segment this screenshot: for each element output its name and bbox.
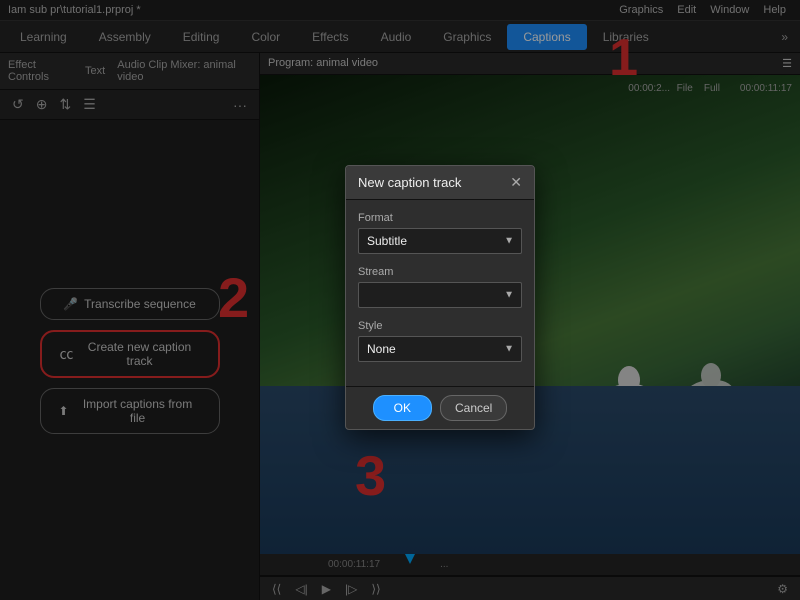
- page-container: 1 2 3 Iam sub pr\tutorial1.prproj * Grap…: [0, 0, 800, 600]
- format-select[interactable]: Subtitle: [358, 228, 522, 254]
- dialog-overlay: New caption track ✕ Format Subtitle ▼ S: [0, 0, 800, 600]
- dialog-title-bar: New caption track ✕: [346, 166, 534, 200]
- stream-field: Stream ▼: [358, 266, 522, 308]
- style-field: Style None ▼: [358, 320, 522, 362]
- style-select[interactable]: None: [358, 336, 522, 362]
- new-caption-track-dialog: New caption track ✕ Format Subtitle ▼ S: [345, 165, 535, 430]
- dialog-title-text: New caption track: [358, 175, 461, 190]
- format-select-wrapper: Subtitle ▼: [358, 228, 522, 254]
- dialog-close-button[interactable]: ✕: [510, 174, 522, 191]
- dialog-body: Format Subtitle ▼ Stream: [346, 200, 534, 386]
- style-label: Style: [358, 320, 522, 332]
- dialog-cancel-button[interactable]: Cancel: [440, 395, 507, 421]
- dialog-footer: OK Cancel: [346, 386, 534, 429]
- format-label: Format: [358, 212, 522, 224]
- dialog-ok-button[interactable]: OK: [373, 395, 432, 421]
- style-select-wrapper: None ▼: [358, 336, 522, 362]
- format-field: Format Subtitle ▼: [358, 212, 522, 254]
- stream-label: Stream: [358, 266, 522, 278]
- stream-select[interactable]: [358, 282, 522, 308]
- stream-select-wrapper: ▼: [358, 282, 522, 308]
